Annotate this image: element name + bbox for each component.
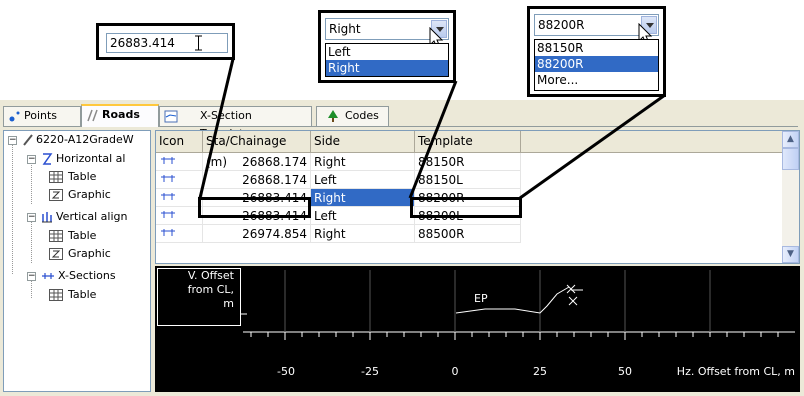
template-dropdown-value: 88200R <box>538 18 585 32</box>
table-icon <box>49 230 63 242</box>
side-dropdown-value: Right <box>329 22 361 36</box>
x-tick-label: -50 <box>277 365 295 378</box>
sta-cell: 26868.174 <box>203 153 311 171</box>
graphic-icon <box>49 248 63 260</box>
sta-input-value: 26883.414 <box>110 36 175 50</box>
col-side[interactable]: Side <box>311 131 415 152</box>
tab-roads[interactable]: Roads <box>81 104 159 127</box>
tree-h-table-label: Table <box>68 170 97 183</box>
side-dropdown-list: Left Right <box>325 43 449 77</box>
xsection-row-icon <box>161 175 175 182</box>
sta-cell: 26974.854 <box>203 225 311 243</box>
template-option-88200r[interactable]: 88200R <box>535 56 658 72</box>
x-tick-label: -25 <box>361 365 379 378</box>
tab-points[interactable]: Points <box>3 106 81 126</box>
template-cell: 88500R <box>415 225 521 243</box>
text-cursor-icon <box>195 35 202 51</box>
x-tick-label: 0 <box>451 365 459 378</box>
template-dropdown-list: 88150R 88200R More... <box>534 39 659 91</box>
xsection-row-icon <box>161 229 175 236</box>
tree-xsections-label: X-Sections <box>58 269 116 282</box>
template-option-88150r[interactable]: 88150R <box>535 40 658 56</box>
grid-lines <box>284 270 711 332</box>
table-header: Icon Sta/Chainage (m) Side Template <box>156 131 783 169</box>
tab-points-label: Points <box>24 109 58 122</box>
side-cell: Right <box>311 189 415 207</box>
sta-highlight-box <box>198 197 311 218</box>
sta-input-field[interactable]: 26883.414 <box>106 33 228 53</box>
road-tree: − 6220-A12GradeW − Horizontal al Table G… <box>3 130 151 392</box>
xsection-graphic: V. Offset from CL, m EP -50 -25 0 25 50 … <box>155 266 800 392</box>
template-option-more[interactable]: More... <box>535 72 658 88</box>
tree-root-label: 6220-A12GradeW <box>36 133 134 146</box>
side-option-right[interactable]: Right <box>326 60 448 76</box>
x-tick-label: 25 <box>533 365 547 378</box>
ep-annotation: EP <box>474 292 488 305</box>
xsection-row-icon <box>161 211 175 218</box>
xsection-row-icon <box>161 157 175 164</box>
tree-v-table-label: Table <box>68 229 97 242</box>
tab-roads-label: Roads <box>102 108 140 121</box>
points-icon <box>9 111 20 122</box>
template-dropdown-callout: 88200R 88150R 88200R More... <box>527 6 666 97</box>
table-icon <box>49 289 63 301</box>
side-cell: Left <box>311 207 415 225</box>
table-icon <box>49 171 63 183</box>
xsection-icon <box>42 273 54 279</box>
side-dropdown-callout: Right Left Right <box>318 10 456 83</box>
xsection-profile <box>455 286 570 314</box>
template-cell: 88150L <box>415 171 521 189</box>
table-row[interactable]: 26868.174 Left 88150L <box>156 171 783 189</box>
tab-bar: Points Roads X-Section Templates Codes <box>3 104 798 140</box>
side-cell: Left <box>311 171 415 189</box>
vertical-alignment-icon <box>42 212 52 223</box>
horizontal-alignment-icon <box>42 153 53 165</box>
x-axis-label: Hz. Offset from CL, m <box>676 365 795 378</box>
tab-xsection-templates[interactable]: X-Section Templates <box>159 106 312 140</box>
col-icon[interactable]: Icon <box>156 131 203 152</box>
codes-icon <box>328 110 338 122</box>
pencil-icon <box>23 134 33 146</box>
xsection-templates-icon <box>164 110 178 123</box>
template-highlight-box <box>410 197 522 218</box>
side-option-left[interactable]: Left <box>326 44 448 60</box>
scroll-thumb[interactable] <box>782 148 799 170</box>
sta-cell: 26868.174 <box>203 171 311 189</box>
graphic-icon <box>49 189 63 201</box>
tree-horizontal-label: Horizontal al <box>56 152 126 165</box>
side-cell: Right <box>311 153 415 171</box>
side-cell: Right <box>311 225 415 243</box>
table-row[interactable]: 26868.174 Right 88150R <box>156 153 783 171</box>
tree-h-graphic-label: Graphic <box>68 188 111 201</box>
minor-ticks <box>250 332 779 340</box>
profile-markers <box>566 284 583 306</box>
table-vertical-scrollbar[interactable]: ▲ ▼ <box>782 131 799 263</box>
table-row[interactable]: 26974.854 Right 88500R <box>156 225 783 243</box>
tree-x-table-label: Table <box>68 288 97 301</box>
tab-codes[interactable]: Codes <box>316 106 389 126</box>
x-tick-label: 50 <box>618 365 632 378</box>
road-editor-window: Points Roads X-Section Templates Codes −… <box>0 100 804 396</box>
col-template[interactable]: Template <box>415 131 521 152</box>
sta-input-callout: 26883.414 <box>96 23 235 60</box>
tab-codes-label: Codes <box>345 109 379 122</box>
scroll-up-button[interactable]: ▲ <box>782 131 799 148</box>
col-sta[interactable]: Sta/Chainage (m) <box>203 131 311 169</box>
tree-vertical-label: Vertical align <box>56 210 128 223</box>
tree-v-graphic-label: Graphic <box>68 247 111 260</box>
template-cell: 88150R <box>415 153 521 171</box>
scroll-down-button[interactable]: ▼ <box>782 246 799 263</box>
xsection-row-icon <box>161 193 175 200</box>
roads-icon <box>87 109 98 122</box>
